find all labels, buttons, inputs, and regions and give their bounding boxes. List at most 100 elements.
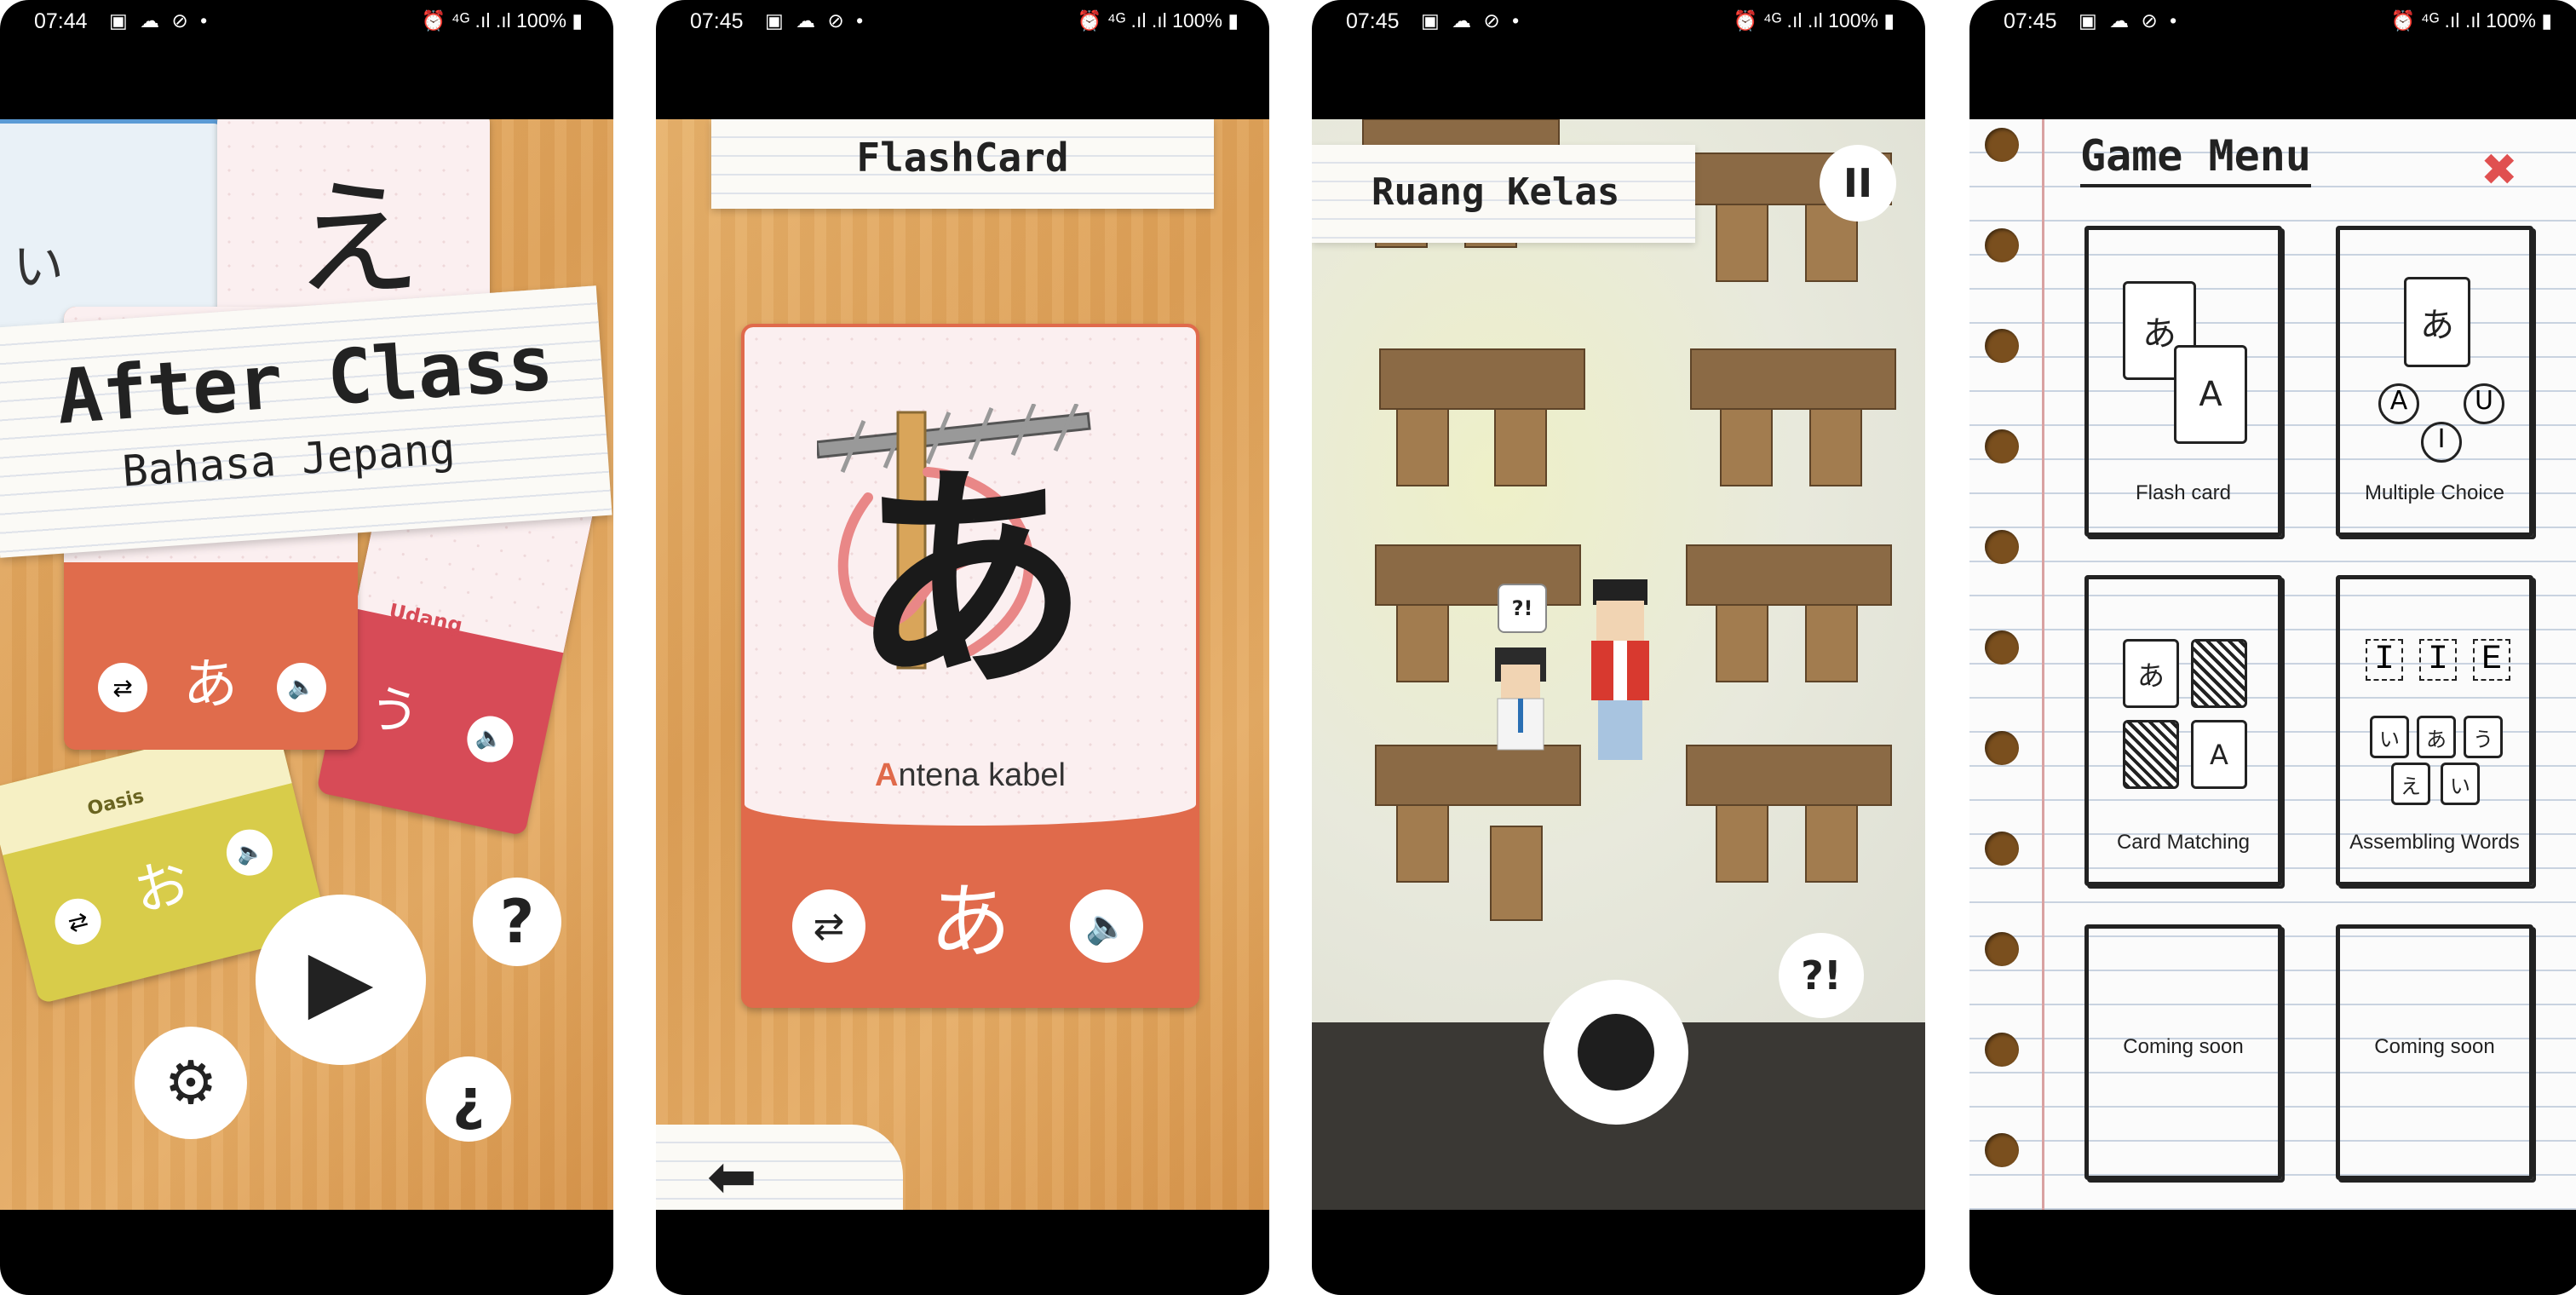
speech-bubble: ?! <box>1498 584 1547 633</box>
binder-hole <box>1985 630 2019 665</box>
kana-tile: い <box>2441 763 2480 805</box>
screen-title: FlashCard <box>856 135 1069 181</box>
app-title: After Class <box>54 319 556 441</box>
status-bar: 07:44 ▣ ☁ ⊘ • ⏰ ⁴ᴳ .ıl .ıl 100% ▮ <box>0 0 613 46</box>
pause-icon: II <box>1843 160 1873 206</box>
system-icons: ⏰ ⁴ᴳ .ıl .ıl 100% ▮ <box>421 9 583 32</box>
swap-button[interactable]: ⇄ <box>49 894 106 950</box>
kana-tile: あ <box>2417 716 2456 758</box>
title-banner: FlashCard <box>711 119 1214 209</box>
phone-title-screen: 07:44 ▣ ☁ ⊘ • ⏰ ⁴ᴳ .ıl .ıl 100% ▮ い え Ud… <box>0 0 613 1295</box>
notification-icons: ▣ ☁ ⊘ • <box>1421 9 1523 32</box>
close-icon: ✖ <box>2481 145 2518 196</box>
student-girl[interactable] <box>1495 648 1546 751</box>
binder-hole <box>1985 1133 2019 1167</box>
binder-hole <box>1985 429 2019 463</box>
signal-icon: ⏰ ⁴ᴳ .ıl .ıl <box>2390 9 2481 32</box>
status-bar: 07:45 ▣ ☁ ⊘ • ⏰ ⁴ᴳ .ıl .ıl 100% ▮ <box>1969 0 2576 46</box>
flashcard[interactable]: あ Antena kabel あ ⇄ 🔈 <box>741 324 1199 1008</box>
status-time: 07:45 <box>1346 9 1400 33</box>
status-bar: 07:45 ▣ ☁ ⊘ • ⏰ ⁴ᴳ .ıl .ıl 100% ▮ <box>656 0 1269 46</box>
battery-level: 100% <box>2486 9 2536 32</box>
card-kana: あ <box>183 653 238 717</box>
app-subtitle: Bahasa Jepang <box>120 423 457 497</box>
word-rest: ntena kabel <box>898 757 1066 793</box>
tile-assembling-words[interactable]: I I E い あ う え い Assembling Words <box>2336 575 2533 886</box>
screen-title: Game Menu <box>2080 131 2311 187</box>
option-u-icon: U <box>2464 383 2504 424</box>
battery-level: 100% <box>1172 9 1222 32</box>
phone-flashcard-screen: 07:45 ▣ ☁ ⊘ • ⏰ ⁴ᴳ .ıl .ıl 100% ▮ FlashC… <box>656 0 1269 1295</box>
tile-label: Coming soon <box>2123 1035 2244 1058</box>
sound-button[interactable]: 🔈 <box>463 711 518 767</box>
card-back-icon <box>2123 720 2179 789</box>
card-kana: う <box>362 676 426 746</box>
binder-hole <box>1985 228 2019 262</box>
hint-button[interactable]: ?! <box>1779 933 1864 1018</box>
question-icon: ? <box>499 887 535 957</box>
info-icon: ¿ <box>451 1066 486 1132</box>
phone-menu-screen: 07:45 ▣ ☁ ⊘ • ⏰ ⁴ᴳ .ıl .ıl 100% ▮ Game M… <box>1969 0 2576 1295</box>
status-time: 07:44 <box>34 9 88 33</box>
tile-label: Coming soon <box>2374 1035 2495 1058</box>
binder-hole <box>1985 329 2019 363</box>
flashcard-glyph: あ <box>851 443 1090 721</box>
system-icons: ⏰ ⁴ᴳ .ıl .ıl 100% ▮ <box>2390 9 2552 32</box>
hint-icon: ?! <box>1801 953 1842 999</box>
sound-button[interactable]: 🔈 <box>221 824 278 881</box>
swap-button[interactable]: ⇄ <box>792 889 865 963</box>
status-bar: 07:45 ▣ ☁ ⊘ • ⏰ ⁴ᴳ .ıl .ıl 100% ▮ <box>1312 0 1925 46</box>
card-latin-icon: A <box>2174 345 2247 444</box>
kana-tile: え <box>2391 763 2430 805</box>
notification-icons: ▣ ☁ ⊘ • <box>765 9 867 32</box>
play-button[interactable]: ▶ <box>256 895 426 1065</box>
gear-icon: ⚙ <box>164 1048 218 1118</box>
signal-icon: ⏰ ⁴ᴳ .ıl .ıl <box>1733 9 1823 32</box>
title-screen: い え Udang う 🔈 A Oasis お ⇄ 🔈 あ ⇄ <box>0 119 613 1210</box>
pause-button[interactable]: II <box>1820 145 1896 222</box>
back-button[interactable]: ⬅ <box>656 1125 903 1210</box>
play-icon: ▶ <box>308 930 374 1030</box>
kana-tile: い <box>2370 716 2409 758</box>
system-icons: ⏰ ⁴ᴳ .ıl .ıl 100% ▮ <box>1733 9 1895 32</box>
word-initial: A <box>875 757 899 793</box>
signal-icon: ⏰ ⁴ᴳ .ıl .ıl <box>421 9 511 32</box>
sound-button[interactable]: 🔈 <box>1070 889 1143 963</box>
classroom-screen: ?! Ruang Kelas II ?! <box>1312 119 1925 1210</box>
menu-screen: Game Menu ✖ あ A Flash card あ A U I Multi… <box>1969 119 2576 1210</box>
battery-level: 100% <box>1828 9 1878 32</box>
phone-classroom-screen: 07:45 ▣ ☁ ⊘ • ⏰ ⁴ᴳ .ıl .ıl 100% ▮ ?! Rua… <box>1312 0 1925 1295</box>
kana-tile: う <box>2464 716 2503 758</box>
card-a-footer: あ ⇄ 🔈 <box>64 622 358 750</box>
notification-icons: ▣ ☁ ⊘ • <box>109 9 211 32</box>
title-banner: After Class Bahasa Jepang <box>0 285 612 558</box>
card-kana-icon: あ <box>2404 277 2470 367</box>
tile-label: Multiple Choice <box>2364 481 2505 504</box>
binder-hole <box>1985 932 2019 966</box>
tile-flash-card[interactable]: あ A Flash card <box>2084 226 2282 537</box>
classroom-desks <box>1362 119 1896 921</box>
binder-hole <box>1985 530 2019 564</box>
tile-multiple-choice[interactable]: あ A U I Multiple Choice <box>2336 226 2533 537</box>
battery-level: 100% <box>516 9 566 32</box>
settings-button[interactable]: ⚙ <box>135 1027 247 1139</box>
tile-label: Card Matching <box>2116 831 2251 854</box>
student-boy[interactable] <box>1591 579 1649 760</box>
tile-label: Flash card <box>2135 481 2232 504</box>
flashcard-face: あ Antena kabel <box>745 327 1196 826</box>
tile-card-matching[interactable]: あ A Card Matching <box>2084 575 2282 886</box>
sound-button[interactable]: 🔈 <box>277 663 326 712</box>
close-button[interactable]: ✖ <box>2481 145 2518 196</box>
joystick-button[interactable] <box>1544 980 1688 1125</box>
back-arrow-icon: ⬅ <box>707 1142 757 1210</box>
card-latin-icon: A <box>2191 720 2247 789</box>
signal-icon: ⏰ ⁴ᴳ .ıl .ıl <box>1077 9 1167 32</box>
letter-slots: I I E <box>2366 639 2510 681</box>
swap-button[interactable]: ⇄ <box>98 663 147 712</box>
tile-coming-soon: Coming soon <box>2336 924 2533 1180</box>
help-button[interactable]: ? <box>473 878 561 966</box>
status-time: 07:45 <box>2004 9 2057 33</box>
title-banner: Ruang Kelas <box>1312 145 1695 243</box>
info-button[interactable]: ¿ <box>426 1056 511 1142</box>
binder-hole <box>1985 832 2019 866</box>
